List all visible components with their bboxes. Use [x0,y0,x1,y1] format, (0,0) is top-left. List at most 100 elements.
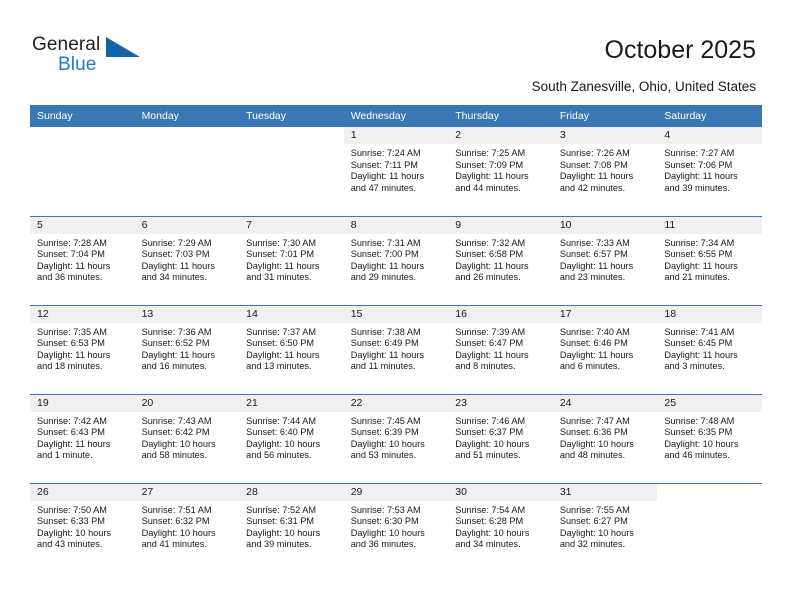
day-sun-info: Sunrise: 7:54 AM Sunset: 6:28 PM Daylight:… [448,501,553,551]
day-sun-info: Sunrise: 7:51 AM Sunset: 6:32 PM Daylight:… [135,501,240,551]
day-info-line: Daylight: 11 hours [246,260,320,271]
day-number: 3 [552,127,658,144]
calendar-day-cell[interactable]: 30 Sunrise: 7:54 AM Sunset: 6:28 PM Dayligh… [448,482,553,572]
day-info-line: Sunset: 6:55 PM [664,249,733,260]
day-number: 9 [448,216,553,234]
day-info-line: Daylight: 11 hours [455,349,529,360]
day-sun-info: Sunrise: 7:52 AM Sunset: 6:31 PM Daylight:… [239,501,344,551]
calendar-day-cell[interactable]: 14 Sunrise: 7:37 AM Sunset: 6:50 PM Dayligh… [239,304,344,394]
day-number: 24 [552,394,658,412]
day-sun-info: Sunrise: 7:34 AM Sunset: 6:55 PM Daylight:… [657,234,762,284]
weekday-header-monday: Monday [134,105,240,127]
day-sun-info: Sunrise: 7:40 AM Sunset: 6:46 PM Daylight:… [553,323,658,373]
calendar-day-cell[interactable]: 1 Sunrise: 7:24 AM Sunset: 7:11 PM Daylight… [343,127,449,216]
blue-triangle-icon [106,37,140,57]
day-info-line: Sunrise: 7:31 AM [350,237,421,248]
calendar-day-cell[interactable]: 24 Sunrise: 7:47 AM Sunset: 6:36 PM Dayligh… [552,393,658,483]
day-info-line: Sunset: 6:47 PM [455,338,524,349]
day-number: 18 [657,305,762,323]
day-info-line: Daylight: 10 hours [246,527,321,538]
day-info-line: and 32 minutes. [559,539,626,550]
weekday-header-tuesday: Tuesday [239,105,344,127]
calendar-day-cell[interactable]: 6 Sunrise: 7:29 AM Sunset: 7:03 PM Daylight… [134,215,240,305]
calendar-day-cell[interactable]: 13 Sunrise: 7:36 AM Sunset: 6:52 PM Dayligh… [134,304,240,394]
calendar-day-cell[interactable]: 25 Sunrise: 7:48 AM Sunset: 6:35 PM Dayligh… [657,393,762,483]
calendar-day-cell[interactable]: 21 Sunrise: 7:44 AM Sunset: 6:40 PM Dayligh… [239,393,344,483]
day-number: 6 [134,216,240,234]
calendar-day-cell[interactable]: 18 Sunrise: 7:41 AM Sunset: 6:45 PM Dayligh… [657,304,762,394]
day-info-line: Sunrise: 7:48 AM [664,415,735,426]
calendar-day-cell[interactable]: 19 Sunrise: 7:42 AM Sunset: 6:43 PM Dayligh… [30,393,135,483]
calendar-day-cell[interactable]: 3 Sunrise: 7:26 AM Sunset: 7:08 PM Daylight… [552,127,658,216]
day-info-line: Daylight: 11 hours [664,171,738,182]
calendar-day-cell[interactable]: 12 Sunrise: 7:35 AM Sunset: 6:53 PM Dayligh… [30,304,135,394]
calendar-day-cell[interactable]: 16 Sunrise: 7:39 AM Sunset: 6:47 PM Dayligh… [448,304,553,394]
day-sun-info: Sunrise: 7:29 AM Sunset: 7:03 PM Daylight:… [135,234,240,284]
day-info-line: Sunset: 6:49 PM [350,338,419,349]
day-info-line: and 18 minutes. [37,361,103,372]
day-info-line: Sunrise: 7:46 AM [455,415,526,426]
day-info-line: Sunrise: 7:53 AM [350,504,421,515]
day-info-line: Sunset: 7:04 PM [37,249,105,260]
day-info-line: Daylight: 10 hours [455,438,530,449]
calendar-day-cell[interactable]: 9 Sunrise: 7:32 AM Sunset: 6:58 PM Daylight… [448,215,553,305]
day-number [657,483,762,501]
calendar-day-cell[interactable]: 22 Sunrise: 7:45 AM Sunset: 6:39 PM Dayligh… [343,393,449,483]
day-number: 10 [552,216,658,234]
day-info-line: Sunset: 6:27 PM [559,516,628,527]
calendar-week-row: 5 Sunrise: 7:28 AM Sunset: 7:04 PM Daylight… [30,215,762,305]
calendar-day-cell[interactable]: 28 Sunrise: 7:52 AM Sunset: 6:31 PM Dayligh… [239,482,344,572]
day-info-line: and 36 minutes. [350,539,417,550]
day-info-line: Sunset: 7:01 PM [246,249,315,260]
calendar-day-cell[interactable]: 10 Sunrise: 7:33 AM Sunset: 6:57 PM Dayligh… [552,215,658,305]
calendar-weeks-body: 1 Sunrise: 7:24 AM Sunset: 7:11 PM Daylight… [30,127,762,572]
day-sun-info: Sunrise: 7:33 AM Sunset: 6:57 PM Daylight:… [553,234,658,284]
calendar-day-cell[interactable]: 26 Sunrise: 7:50 AM Sunset: 6:33 PM Dayligh… [30,482,135,572]
calendar-day-cell[interactable]: 31 Sunrise: 7:55 AM Sunset: 6:27 PM Dayligh… [552,482,658,572]
day-info-line: Sunrise: 7:52 AM [246,504,317,515]
calendar-page: General Blue October 2025 South Zanesvil… [0,0,792,612]
day-info-line: and 39 minutes. [246,539,312,550]
day-info-line: Sunset: 6:36 PM [559,427,628,438]
day-info-line: Sunrise: 7:42 AM [37,415,107,426]
calendar-day-cell[interactable]: 27 Sunrise: 7:51 AM Sunset: 6:32 PM Dayligh… [134,482,240,572]
day-info-line: Sunrise: 7:36 AM [141,326,212,337]
day-info-line: and 29 minutes. [350,272,417,283]
day-number: 21 [239,394,344,412]
calendar-day-cell[interactable]: 11 Sunrise: 7:34 AM Sunset: 6:55 PM Dayligh… [657,215,762,305]
calendar-day-cell[interactable]: 23 Sunrise: 7:46 AM Sunset: 6:37 PM Dayligh… [448,393,553,483]
day-info-line: and 48 minutes. [559,450,626,461]
calendar-day-cell[interactable]: 2 Sunrise: 7:25 AM Sunset: 7:09 PM Daylight… [448,127,553,216]
logo-text-blue: Blue [58,54,97,75]
calendar-day-cell[interactable]: 5 Sunrise: 7:28 AM Sunset: 7:04 PM Daylight… [30,215,135,305]
day-info-line: Daylight: 10 hours [246,438,321,449]
day-info-line: and 41 minutes. [141,539,207,550]
day-info-line: Sunrise: 7:24 AM [350,148,421,158]
calendar-week-row: 26 Sunrise: 7:50 AM Sunset: 6:33 PM Dayligh… [30,482,762,572]
calendar-day-cell[interactable]: 4 Sunrise: 7:27 AM Sunset: 7:06 PM Daylight… [657,127,762,216]
weekday-header-saturday: Saturday [657,105,762,127]
day-sun-info: Sunrise: 7:46 AM Sunset: 6:37 PM Daylight:… [448,412,553,462]
day-info-line: Sunrise: 7:25 AM [455,148,526,158]
calendar-day-cell[interactable]: 17 Sunrise: 7:40 AM Sunset: 6:46 PM Dayligh… [552,304,658,394]
day-info-line: and 34 minutes. [141,272,207,283]
calendar-day-cell[interactable]: 7 Sunrise: 7:30 AM Sunset: 7:01 PM Daylight… [239,215,344,305]
calendar-day-cell[interactable]: 29 Sunrise: 7:53 AM Sunset: 6:30 PM Dayligh… [343,482,449,572]
day-info-line: Sunset: 7:00 PM [350,249,419,260]
day-info-line: and 8 minutes. [455,361,516,372]
day-info-line: and 3 minutes. [664,361,725,372]
calendar-day-cell[interactable]: 15 Sunrise: 7:38 AM Sunset: 6:49 PM Dayligh… [343,304,449,394]
day-number: 2 [448,127,553,144]
general-blue-logo[interactable]: General Blue [32,34,162,84]
day-sun-info [239,144,344,148]
calendar-day-cell[interactable]: 20 Sunrise: 7:43 AM Sunset: 6:42 PM Dayligh… [134,393,240,483]
day-info-line: Sunrise: 7:28 AM [37,237,107,248]
calendar-day-cell[interactable]: 8 Sunrise: 7:31 AM Sunset: 7:00 PM Daylight… [343,215,449,305]
day-info-line: and 43 minutes. [37,539,103,550]
day-sun-info: Sunrise: 7:28 AM Sunset: 7:04 PM Daylight:… [30,234,135,284]
day-sun-info: Sunrise: 7:44 AM Sunset: 6:40 PM Daylight:… [239,412,344,462]
day-info-line: Sunrise: 7:38 AM [350,326,421,337]
day-number: 31 [552,483,658,501]
day-info-line: Daylight: 10 hours [559,527,634,538]
day-sun-info: Sunrise: 7:38 AM Sunset: 6:49 PM Daylight:… [344,323,449,373]
